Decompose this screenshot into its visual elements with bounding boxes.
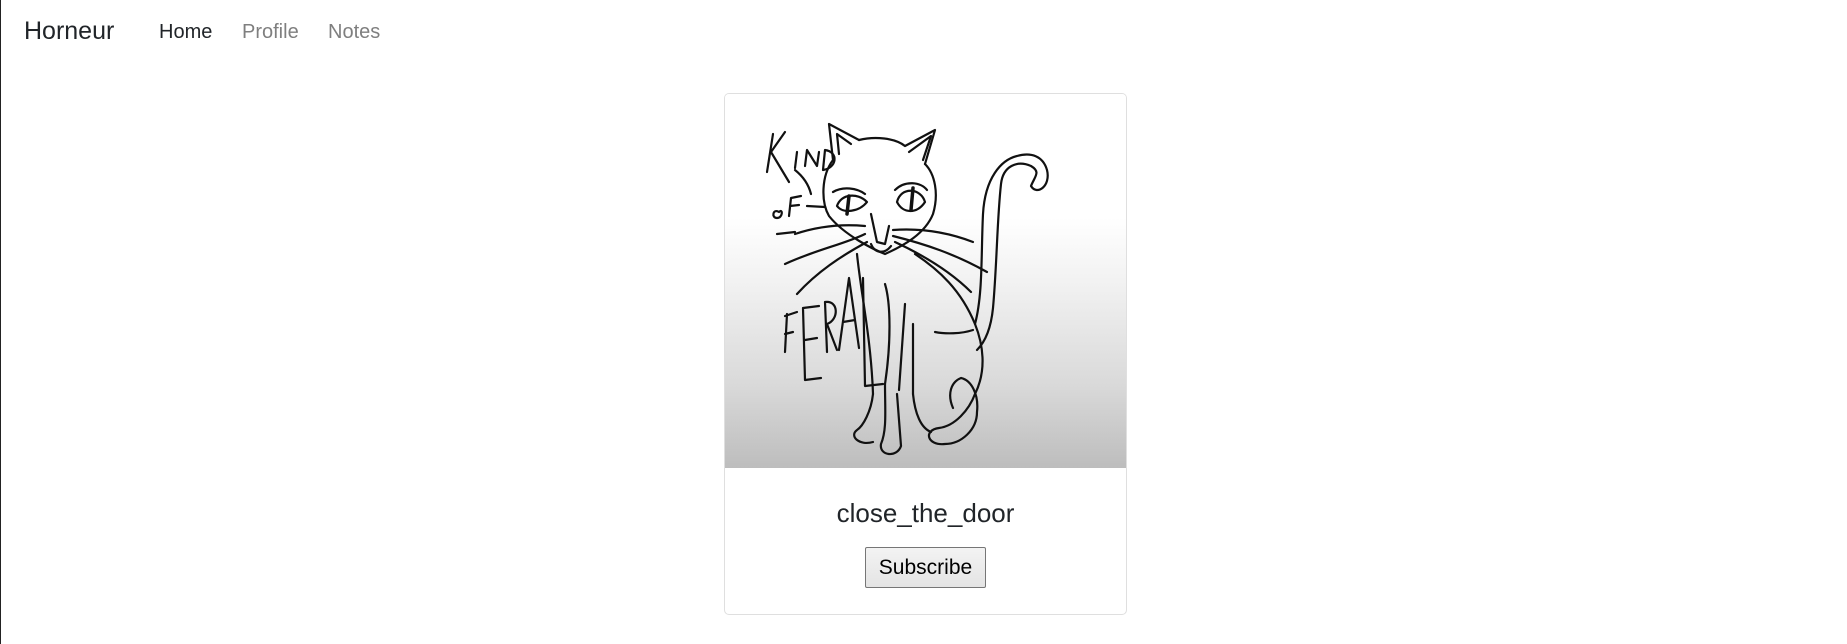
nav-notes[interactable]: Notes xyxy=(328,18,380,46)
navbar: Horneur Home Profile Notes xyxy=(0,0,1847,64)
page-edge xyxy=(0,0,1,644)
cat-drawing-image xyxy=(725,94,1126,468)
nav-home[interactable]: Home xyxy=(159,18,212,46)
nav-profile[interactable]: Profile xyxy=(242,18,299,46)
cat-drawing-icon xyxy=(765,122,1049,456)
subscribe-button[interactable]: Subscribe xyxy=(865,547,986,588)
profile-card: close_the_door Subscribe xyxy=(724,93,1127,615)
brand-link[interactable]: Horneur xyxy=(24,13,114,49)
card-title: close_the_door xyxy=(836,498,1015,528)
